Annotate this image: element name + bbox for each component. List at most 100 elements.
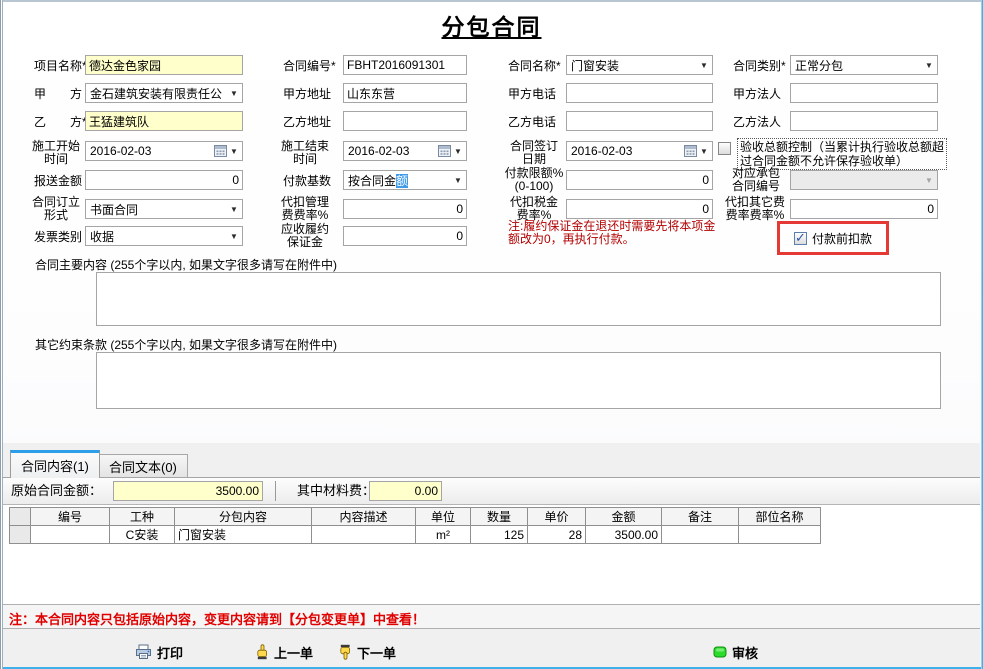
col-header: 内容描述 xyxy=(312,508,416,526)
contract-name-combo[interactable]: 门窗安装 xyxy=(566,55,713,75)
cell-danjia[interactable]: 28 xyxy=(528,526,586,544)
contract-type-combo[interactable]: 正常分包 xyxy=(790,55,938,75)
mgmt-fee-input[interactable] xyxy=(343,199,467,219)
end-date-picker[interactable]: 2016-02-03 xyxy=(343,141,467,161)
deduct-before-pay-checkbox[interactable] xyxy=(794,232,807,245)
party-a-tel-input[interactable] xyxy=(566,83,713,103)
party-b-legal-input[interactable] xyxy=(790,111,938,131)
label-contract-no: 合同编号* xyxy=(283,59,336,73)
contract-no-input[interactable] xyxy=(343,55,467,75)
label-payment-base: 付款基数 xyxy=(283,174,331,188)
main-content-textarea[interactable] xyxy=(96,272,941,326)
other-fee-input[interactable] xyxy=(790,199,938,219)
bottom-note-strip: 注：本合同内容只包括原始内容，变更内容请到【分包变更单】中查看！ xyxy=(3,604,980,629)
dropdown-arrow-icon[interactable] xyxy=(228,205,240,214)
label-party-a: 甲 方 xyxy=(34,87,82,101)
col-header: 编号 xyxy=(31,508,110,526)
prev-button[interactable]: 上一单 xyxy=(255,642,313,662)
dropdown-arrow-icon[interactable] xyxy=(698,147,710,156)
label-other-terms: 其它约束条款 (255个字以内, 如果文字很多请写在附件中) xyxy=(35,338,337,352)
cell-neirong-miaoshu[interactable] xyxy=(312,526,416,544)
party-a-addr-input[interactable] xyxy=(343,83,467,103)
label-end-date: 施工结束时间 xyxy=(277,140,333,166)
label-party-b-addr: 乙方地址 xyxy=(283,115,331,129)
label-material-fee: 其中材料费： xyxy=(297,478,375,504)
party-a-legal-input[interactable] xyxy=(790,83,938,103)
print-label: 打印 xyxy=(157,643,183,662)
col-header: 单价 xyxy=(528,508,586,526)
tab-contract-content[interactable]: 合同内容(1) xyxy=(10,450,100,478)
dropdown-arrow-icon[interactable] xyxy=(698,61,710,70)
cell-jine[interactable]: 3500.00 xyxy=(586,526,662,544)
audit-button[interactable]: 审核 xyxy=(713,642,758,662)
tab-contract-text[interactable]: 合同文本(0) xyxy=(98,454,188,478)
label-party-b: 乙 方* xyxy=(34,115,87,129)
acceptance-control-checkbox[interactable] xyxy=(718,142,731,155)
start-date-picker[interactable]: 2016-02-03 xyxy=(85,141,243,161)
label-sign-date: 合同签订日期 xyxy=(504,140,564,166)
dropdown-arrow-icon[interactable] xyxy=(452,147,464,156)
contract-name-value: 门窗安装 xyxy=(571,57,698,74)
table-row[interactable]: C安装 门窗安装 m² 125 28 3500.00 xyxy=(10,526,821,544)
invoice-type-combo[interactable]: 收据 xyxy=(85,226,243,246)
label-party-a-tel: 甲方电话 xyxy=(508,87,556,101)
calendar-icon xyxy=(214,145,227,157)
label-invoice-type: 发票类别 xyxy=(34,230,82,244)
cell-fenbao-neirong[interactable]: 门窗安装 xyxy=(175,526,312,544)
col-header: 工种 xyxy=(110,508,175,526)
cell-buwei-mingcheng[interactable] xyxy=(739,526,821,544)
project-name-input[interactable] xyxy=(85,55,243,75)
cell-gongzhong[interactable]: C安装 xyxy=(110,526,175,544)
deposit-input[interactable] xyxy=(343,226,467,246)
original-amount-input[interactable] xyxy=(113,481,263,501)
dropdown-arrow-icon[interactable] xyxy=(228,89,240,98)
calendar-icon xyxy=(438,145,451,157)
col-header: 单位 xyxy=(416,508,471,526)
start-date-value: 2016-02-03 xyxy=(90,144,214,158)
sign-date-value: 2016-02-03 xyxy=(571,144,684,158)
party-b-tel-input[interactable] xyxy=(566,111,713,131)
table-header-row: 编号 工种 分包内容 内容描述 单位 数量 单价 金额 备注 部位名称 xyxy=(10,508,821,526)
printer-icon xyxy=(135,644,152,660)
counterpart-no-combo xyxy=(790,170,938,190)
dropdown-arrow-icon[interactable] xyxy=(452,176,464,185)
payment-base-selected-text: 额 xyxy=(396,174,408,188)
cell-danwei[interactable]: m² xyxy=(416,526,471,544)
hand-down-icon xyxy=(338,644,352,660)
label-deposit: 应收履约保证金 xyxy=(277,223,333,249)
label-payment-limit: 付款限额%(0-100) xyxy=(502,167,566,193)
material-fee-input[interactable] xyxy=(369,481,442,501)
cell-shuliang[interactable]: 125 xyxy=(471,526,528,544)
cell-bianhao[interactable] xyxy=(31,526,110,544)
submit-amount-input[interactable] xyxy=(85,170,243,190)
payment-limit-input[interactable] xyxy=(566,170,713,190)
col-header: 数量 xyxy=(471,508,528,526)
invoice-type-value: 收据 xyxy=(90,228,228,245)
contract-form-combo[interactable]: 书面合同 xyxy=(85,199,243,219)
audit-label: 审核 xyxy=(732,643,758,662)
page-title: 分包合同 xyxy=(0,8,983,42)
other-terms-textarea[interactable] xyxy=(96,352,941,409)
end-date-value: 2016-02-03 xyxy=(348,144,438,158)
party-a-combo[interactable]: 金石建筑安装有限责任公 xyxy=(85,83,243,103)
payment-base-combo[interactable]: 按合同金额 xyxy=(343,170,467,190)
subcontract-window: 分包合同 项目名称* 合同编号* 合同名称* 门窗安装 合同类别* 正常分包 甲… xyxy=(0,0,983,669)
party-b-addr-input[interactable] xyxy=(343,111,467,131)
row-selector-cell[interactable] xyxy=(10,526,31,544)
tax-fee-input[interactable] xyxy=(566,199,713,219)
label-party-b-tel: 乙方电话 xyxy=(508,115,556,129)
print-button[interactable]: 打印 xyxy=(135,642,183,662)
col-header: 金额 xyxy=(586,508,662,526)
label-project-name: 项目名称* xyxy=(34,59,87,73)
dropdown-arrow-icon[interactable] xyxy=(923,61,935,70)
cell-beizhu[interactable] xyxy=(662,526,739,544)
dropdown-arrow-icon[interactable] xyxy=(228,232,240,241)
dropdown-arrow-icon[interactable] xyxy=(228,147,240,156)
label-counterpart-no: 对应承包合同编号 xyxy=(727,167,785,193)
next-button[interactable]: 下一单 xyxy=(338,642,396,662)
bottom-note: 注：本合同内容只包括原始内容，变更内容请到【分包变更单】中查看！ xyxy=(9,609,425,628)
party-b-input[interactable] xyxy=(85,111,243,131)
sign-date-picker[interactable]: 2016-02-03 xyxy=(566,141,713,161)
label-contract-form: 合同订立形式 xyxy=(28,196,84,222)
prev-label: 上一单 xyxy=(274,643,313,662)
